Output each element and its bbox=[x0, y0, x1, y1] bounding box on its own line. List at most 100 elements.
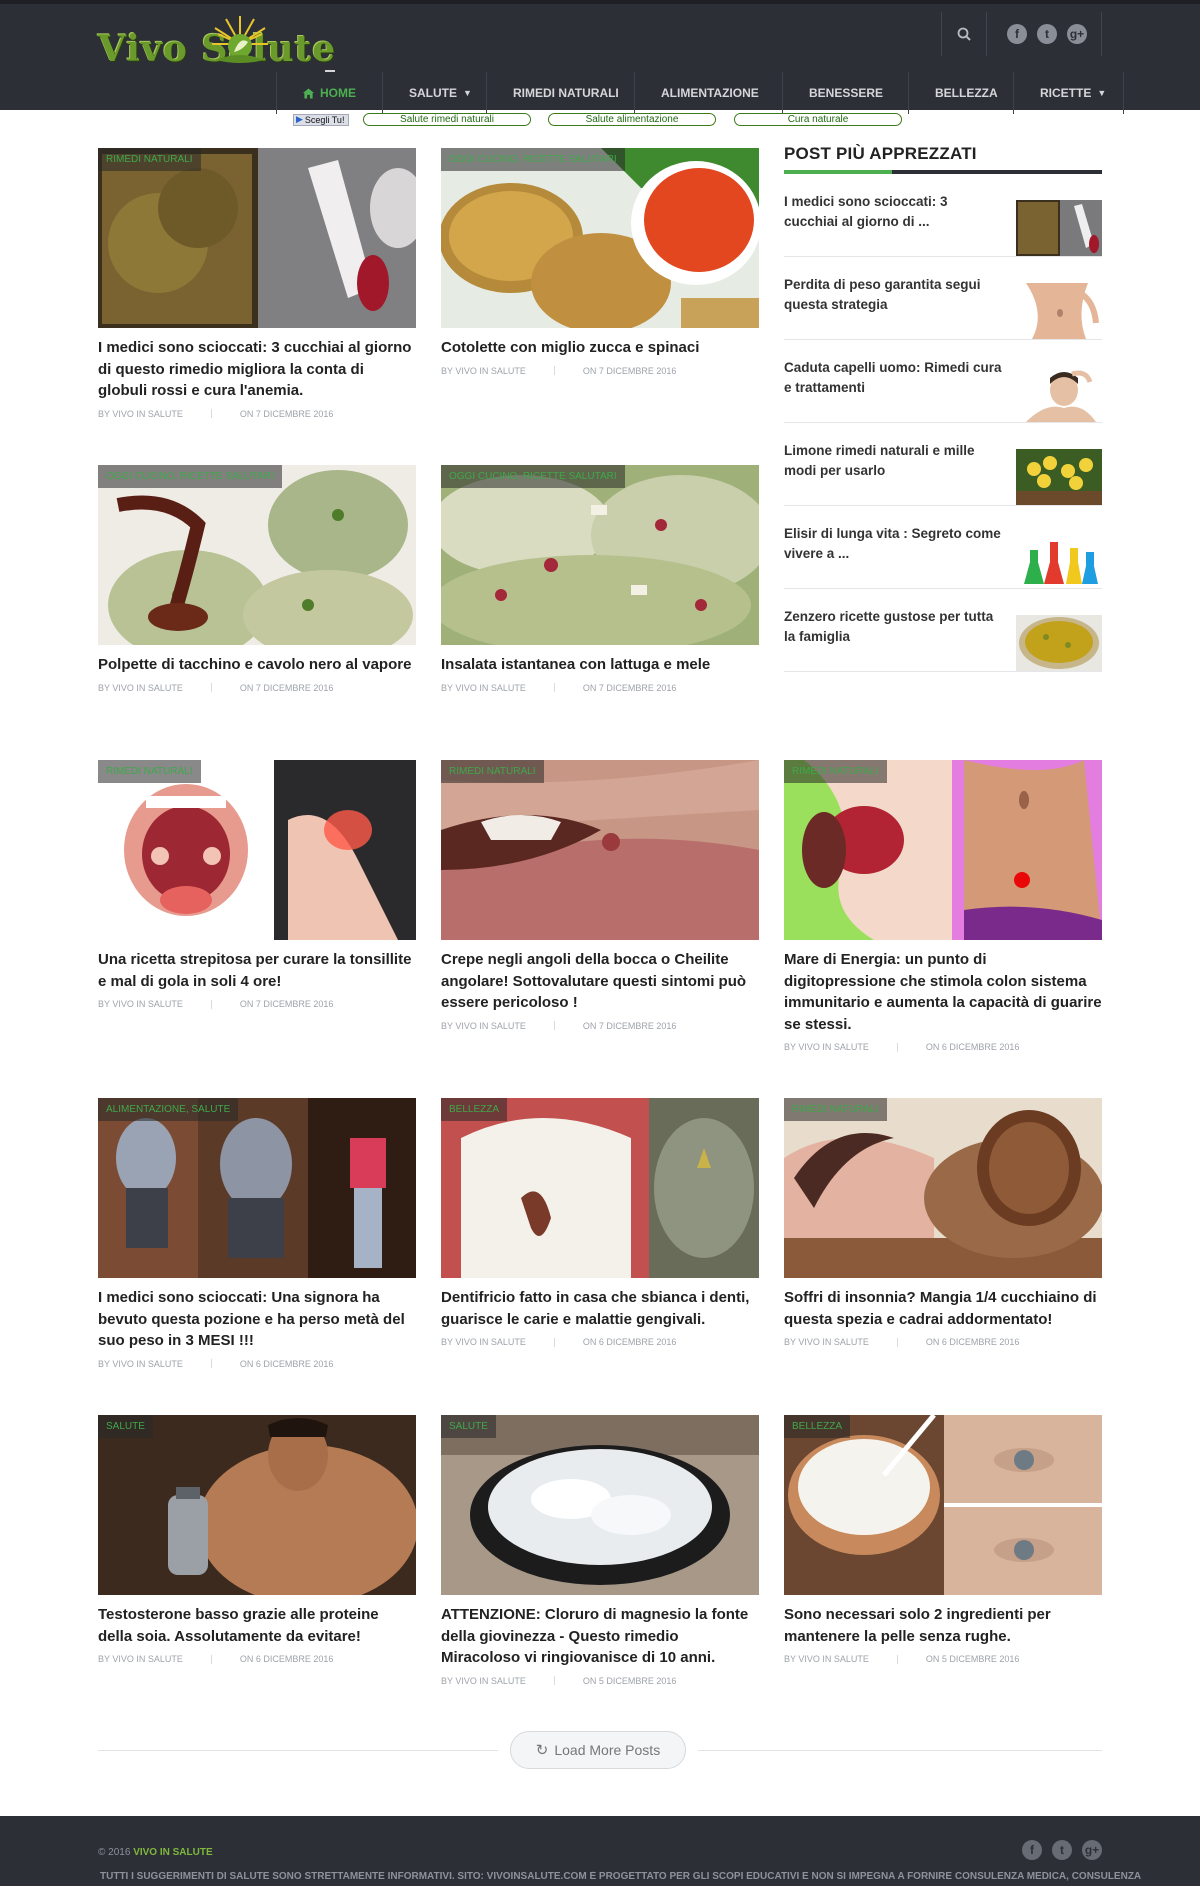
article-author[interactable]: BY VIVO IN SALUTE bbox=[784, 1654, 869, 1664]
article-title[interactable]: Mare di Energia: un punto di digitopress… bbox=[784, 949, 1102, 1035]
article-card[interactable]: RIMEDI NATURALI Una ricetta strepitosa p… bbox=[98, 760, 416, 1009]
popular-post-item[interactable]: I medici sono scioccati: 3 cucchiai al g… bbox=[784, 174, 1102, 257]
article-author[interactable]: BY VIVO IN SALUTE bbox=[441, 683, 526, 693]
twitter-icon[interactable]: t bbox=[1037, 24, 1057, 44]
article-title[interactable]: Una ricetta strepitosa per curare la ton… bbox=[98, 949, 416, 992]
category-badge[interactable]: OGGI CUCINO, RICETTE SALUTARI bbox=[98, 465, 282, 488]
popular-post-thumbnail[interactable] bbox=[1016, 615, 1102, 671]
twitter-icon[interactable]: t bbox=[1052, 1840, 1072, 1860]
popular-post-title[interactable]: I medici sono scioccati: 3 cucchiai al g… bbox=[784, 192, 1002, 232]
article-author[interactable]: BY VIVO IN SALUTE bbox=[98, 409, 183, 419]
article-thumbnail[interactable]: SALUTE bbox=[98, 1415, 416, 1595]
article-title[interactable]: ATTENZIONE: Cloruro di magnesio la fonte… bbox=[441, 1604, 759, 1669]
popular-post-item[interactable]: Limone rimedi naturali e mille modi per … bbox=[784, 423, 1102, 506]
nav-benessere[interactable]: BENESSERE bbox=[782, 72, 908, 114]
category-badge[interactable]: OGGI CUCINO, RICETTE SALUTARI bbox=[441, 148, 625, 171]
article-thumbnail[interactable]: SALUTE bbox=[441, 1415, 759, 1595]
article-title[interactable]: Insalata istantanea con lattuga e mele bbox=[441, 654, 759, 676]
article-author[interactable]: BY VIVO IN SALUTE bbox=[784, 1337, 869, 1347]
article-thumbnail[interactable]: RIMEDI NATURALI bbox=[98, 760, 416, 940]
category-badge[interactable]: ALIMENTAZIONE, SALUTE bbox=[98, 1098, 239, 1121]
article-card[interactable]: RIMEDI NATURALI Crepe negli angoli della… bbox=[441, 760, 759, 1031]
article-title[interactable]: Polpette di tacchino e cavolo nero al va… bbox=[98, 654, 416, 676]
article-thumbnail[interactable]: BELLEZZA bbox=[784, 1415, 1102, 1595]
footer-brand-link[interactable]: VIVO IN SALUTE bbox=[133, 1847, 212, 1858]
article-title[interactable]: Testosterone basso grazie alle proteine … bbox=[98, 1604, 416, 1647]
facebook-icon[interactable]: f bbox=[1007, 24, 1027, 44]
nav-rimedi-naturali[interactable]: RIMEDI NATURALI bbox=[486, 72, 634, 114]
article-author[interactable]: BY VIVO IN SALUTE bbox=[98, 683, 183, 693]
category-badge[interactable]: RIMEDI NATURALI bbox=[784, 1098, 887, 1121]
article-author[interactable]: BY VIVO IN SALUTE bbox=[98, 1654, 183, 1664]
popular-post-title[interactable]: Elisir di lunga vita : Segreto come vive… bbox=[784, 524, 1002, 564]
article-card[interactable]: OGGI CUCINO, RICETTE SALUTARI Cotolette … bbox=[441, 148, 759, 376]
article-title[interactable]: Dentifricio fatto in casa che sbianca i … bbox=[441, 1287, 759, 1330]
article-author[interactable]: BY VIVO IN SALUTE bbox=[441, 1021, 526, 1031]
nav-home[interactable]: HOME bbox=[276, 70, 382, 114]
nav-bellezza[interactable]: BELLEZZA bbox=[908, 72, 1013, 114]
search-button[interactable] bbox=[941, 12, 987, 56]
article-title[interactable]: I medici sono scioccati: 3 cucchiai al g… bbox=[98, 337, 416, 402]
popular-post-title[interactable]: Limone rimedi naturali e mille modi per … bbox=[784, 441, 1002, 481]
article-author[interactable]: BY VIVO IN SALUTE bbox=[784, 1042, 869, 1052]
article-thumbnail[interactable]: OGGI CUCINO, RICETTE SALUTARI bbox=[98, 465, 416, 645]
popular-post-thumbnail[interactable] bbox=[1016, 283, 1102, 339]
article-card[interactable]: ALIMENTAZIONE, SALUTE I medici sono scio… bbox=[98, 1098, 416, 1369]
popular-post-thumbnail[interactable] bbox=[1016, 200, 1102, 256]
article-thumbnail[interactable]: ALIMENTAZIONE, SALUTE bbox=[98, 1098, 416, 1278]
popular-post-title[interactable]: Perdita di peso garantita segui questa s… bbox=[784, 275, 1002, 315]
article-thumbnail[interactable]: RIMEDI NATURALI bbox=[441, 760, 759, 940]
facebook-icon[interactable]: f bbox=[1022, 1840, 1042, 1860]
article-thumbnail[interactable]: OGGI CUCINO, RICETTE SALUTARI bbox=[441, 465, 759, 645]
article-title[interactable]: Sono necessari solo 2 ingredienti per ma… bbox=[784, 1604, 1102, 1647]
article-title[interactable]: Crepe negli angoli della bocca o Cheilit… bbox=[441, 949, 759, 1014]
popular-post-item[interactable]: Zenzero ricette gustose per tutta la fam… bbox=[784, 589, 1102, 672]
nav-alimentazione[interactable]: ALIMENTAZIONE bbox=[634, 72, 782, 114]
sponsored-link[interactable]: Cura naturale bbox=[734, 113, 902, 126]
article-thumbnail[interactable]: RIMEDI NATURALI bbox=[98, 148, 416, 328]
category-badge[interactable]: BELLEZZA bbox=[784, 1415, 851, 1438]
scegli-tu-button[interactable]: ▶ Scegli Tu! bbox=[293, 113, 349, 126]
article-author[interactable]: BY VIVO IN SALUTE bbox=[441, 1337, 526, 1347]
popular-post-item[interactable]: Caduta capelli uomo: Rimedi cura e tratt… bbox=[784, 340, 1102, 423]
nav-ricette[interactable]: RICETTE ▼ bbox=[1013, 72, 1124, 114]
google-plus-icon[interactable]: g+ bbox=[1082, 1840, 1102, 1860]
article-card[interactable]: RIMEDI NATURALI I medici sono scioccati:… bbox=[98, 148, 416, 419]
article-thumbnail[interactable]: OGGI CUCINO, RICETTE SALUTARI bbox=[441, 148, 759, 328]
popular-post-thumbnail[interactable] bbox=[1016, 532, 1102, 588]
article-title[interactable]: I medici sono scioccati: Una signora ha … bbox=[98, 1287, 416, 1352]
article-author[interactable]: BY VIVO IN SALUTE bbox=[98, 1359, 183, 1369]
site-logo[interactable]: Vivo Salute bbox=[98, 14, 388, 76]
article-title[interactable]: Cotolette con miglio zucca e spinaci bbox=[441, 337, 759, 359]
article-thumbnail[interactable]: BELLEZZA bbox=[441, 1098, 759, 1278]
popular-post-thumbnail[interactable] bbox=[1016, 366, 1102, 422]
article-card[interactable]: OGGI CUCINO, RICETTE SALUTARI Insalata i… bbox=[441, 465, 759, 693]
popular-post-item[interactable]: Perdita di peso garantita segui questa s… bbox=[784, 257, 1102, 340]
article-card[interactable]: SALUTE ATTENZIONE: Cloruro di magnesio l… bbox=[441, 1415, 759, 1686]
category-badge[interactable]: RIMEDI NATURALI bbox=[784, 760, 887, 783]
popular-post-item[interactable]: Elisir di lunga vita : Segreto come vive… bbox=[784, 506, 1102, 589]
article-author[interactable]: BY VIVO IN SALUTE bbox=[441, 1676, 526, 1686]
nav-salute[interactable]: SALUTE ▼ bbox=[382, 72, 486, 114]
article-thumbnail[interactable]: RIMEDI NATURALI bbox=[784, 760, 1102, 940]
google-plus-icon[interactable]: g+ bbox=[1067, 24, 1087, 44]
category-badge[interactable]: SALUTE bbox=[441, 1415, 496, 1438]
article-card[interactable]: OGGI CUCINO, RICETTE SALUTARI Polpette d… bbox=[98, 465, 416, 693]
article-card[interactable]: BELLEZZA Sono necessari solo 2 ingredien… bbox=[784, 1415, 1102, 1664]
category-badge[interactable]: RIMEDI NATURALI bbox=[98, 760, 201, 783]
category-badge[interactable]: BELLEZZA bbox=[441, 1098, 508, 1121]
article-card[interactable]: RIMEDI NATURALI Mare di Energia: un punt… bbox=[784, 760, 1102, 1052]
popular-post-title[interactable]: Caduta capelli uomo: Rimedi cura e tratt… bbox=[784, 358, 1002, 398]
popular-post-thumbnail[interactable] bbox=[1016, 449, 1102, 505]
category-badge[interactable]: SALUTE bbox=[98, 1415, 153, 1438]
article-author[interactable]: BY VIVO IN SALUTE bbox=[441, 366, 526, 376]
popular-post-title[interactable]: Zenzero ricette gustose per tutta la fam… bbox=[784, 607, 1002, 647]
category-badge[interactable]: OGGI CUCINO, RICETTE SALUTARI bbox=[441, 465, 625, 488]
article-card[interactable]: BELLEZZA Dentifricio fatto in casa che s… bbox=[441, 1098, 759, 1347]
category-badge[interactable]: RIMEDI NATURALI bbox=[441, 760, 544, 783]
sponsored-link[interactable]: Salute alimentazione bbox=[548, 113, 716, 126]
load-more-button[interactable]: ↻ Load More Posts bbox=[510, 1731, 686, 1769]
article-thumbnail[interactable]: RIMEDI NATURALI bbox=[784, 1098, 1102, 1278]
sponsored-link[interactable]: Salute rimedi naturali bbox=[363, 113, 531, 126]
category-badge[interactable]: RIMEDI NATURALI bbox=[98, 148, 201, 171]
